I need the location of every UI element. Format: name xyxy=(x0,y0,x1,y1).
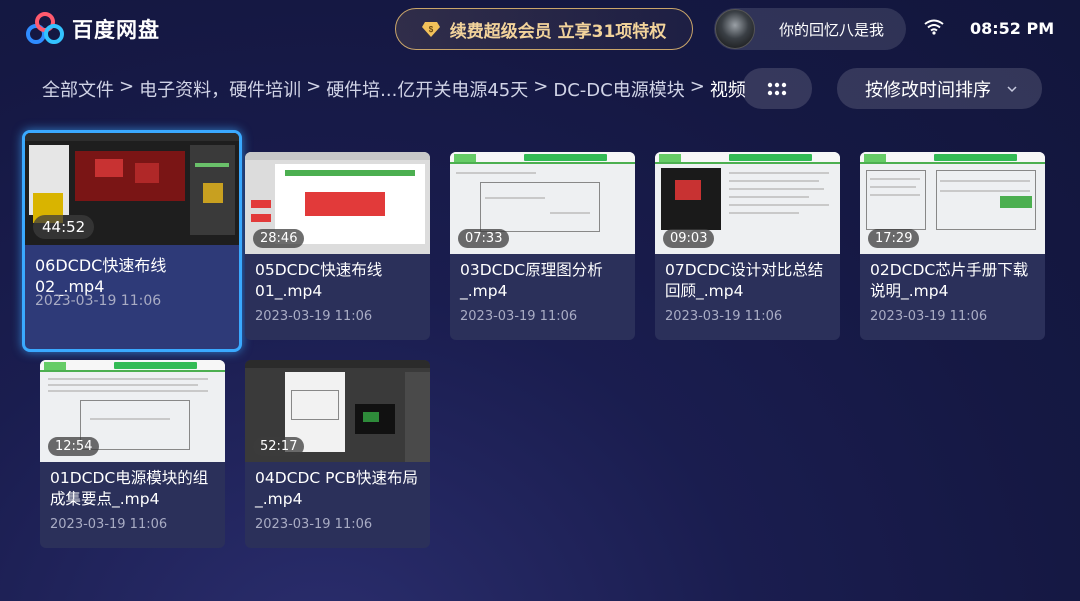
video-duration: 52:17 xyxy=(253,437,305,456)
video-title: 01DCDC电源模块的组成集要点_.mp4 xyxy=(50,469,209,508)
video-duration: 17:29 xyxy=(868,229,920,248)
breadcrumb-separator: > xyxy=(306,76,322,97)
vip-renew-button[interactable]: $ 续费超级会员 立享31项特权 xyxy=(395,8,693,50)
video-card[interactable]: 44:52 06DCDC快速布线02_.mp4 2023-03-19 11:06 xyxy=(22,130,242,352)
video-duration: 44:52 xyxy=(33,215,95,239)
sort-label: 按修改时间排序 xyxy=(865,79,991,101)
video-thumbnail: 12:54 xyxy=(40,360,225,462)
video-duration: 09:03 xyxy=(663,229,715,248)
user-account[interactable]: 你的回忆八是我 xyxy=(714,8,906,50)
video-thumbnail: 28:46 xyxy=(245,152,430,254)
app-name: 百度网盘 xyxy=(72,18,160,42)
breadcrumb-item[interactable]: 硬件培...亿开关电源45天 xyxy=(326,76,528,102)
app-logo: 百度网盘 xyxy=(26,12,160,46)
video-date: 2023-03-19 11:06 xyxy=(460,309,578,324)
video-thumbnail: 44:52 xyxy=(25,133,239,245)
breadcrumb-separator: > xyxy=(689,76,705,97)
video-date: 2023-03-19 11:06 xyxy=(35,293,162,309)
video-title: 02DCDC芯片手册下载说明_.mp4 xyxy=(870,261,1029,300)
breadcrumb-current: 视频 xyxy=(709,80,746,101)
breadcrumb-item[interactable]: 全部文件 xyxy=(42,76,114,102)
baidu-netdisk-logo-icon xyxy=(26,12,64,44)
video-title: 07DCDC设计对比总结回顾_.mp4 xyxy=(665,261,824,300)
video-thumbnail: 17:29 xyxy=(860,152,1045,254)
video-date: 2023-03-19 11:06 xyxy=(50,517,168,532)
diamond-icon: $ xyxy=(421,22,440,37)
video-card[interactable]: 12:54 01DCDC电源模块的组成集要点_.mp4 2023-03-19 1… xyxy=(40,360,225,548)
video-title: 03DCDC原理图分析_.mp4 xyxy=(460,261,603,300)
video-card[interactable]: 09:03 07DCDC设计对比总结回顾_.mp4 2023-03-19 11:… xyxy=(655,152,840,340)
grid-view-icon xyxy=(767,82,787,95)
wifi-icon xyxy=(924,19,944,35)
video-thumbnail: 09:03 xyxy=(655,152,840,254)
video-duration: 12:54 xyxy=(48,437,100,456)
sort-dropdown[interactable]: 按修改时间排序 xyxy=(837,68,1042,109)
video-title: 04DCDC PCB快速布局_.mp4 xyxy=(255,469,418,508)
video-thumbnail: 52:17 xyxy=(245,360,430,462)
clock: 08:52 PM xyxy=(970,19,1055,38)
video-duration: 07:33 xyxy=(458,229,510,248)
video-date: 2023-03-19 11:06 xyxy=(255,517,373,532)
breadcrumb-separator: > xyxy=(119,76,135,97)
video-date: 2023-03-19 11:06 xyxy=(255,309,373,324)
breadcrumb-item[interactable]: 电子资料，硬件培训 xyxy=(139,76,301,102)
video-title: 05DCDC快速布线01_.mp4 xyxy=(255,261,383,300)
video-card[interactable]: 28:46 05DCDC快速布线01_.mp4 2023-03-19 11:06 xyxy=(245,152,430,340)
user-name: 你的回忆八是我 xyxy=(779,20,885,39)
view-mode-button[interactable] xyxy=(742,68,812,109)
breadcrumb-item[interactable]: DC-DC电源模块 xyxy=(553,76,684,102)
video-date: 2023-03-19 11:06 xyxy=(870,309,988,324)
video-card[interactable]: 52:17 04DCDC PCB快速布局_.mp4 2023-03-19 11:… xyxy=(245,360,430,548)
video-card[interactable]: 17:29 02DCDC芯片手册下载说明_.mp4 2023-03-19 11:… xyxy=(860,152,1045,340)
vip-renew-label: 续费超级会员 立享31项特权 xyxy=(449,21,667,42)
video-thumbnail: 07:33 xyxy=(450,152,635,254)
breadcrumb-separator: > xyxy=(533,76,549,97)
video-duration: 28:46 xyxy=(253,229,305,248)
video-title: 06DCDC快速布线02_.mp4 xyxy=(35,256,167,296)
avatar xyxy=(715,9,755,49)
breadcrumb: 全部文件 > 电子资料，硬件培训 > 硬件培...亿开关电源45天 > DC-D… xyxy=(42,76,746,102)
svg-text:$: $ xyxy=(428,25,433,34)
chevron-down-icon xyxy=(1007,85,1017,92)
video-date: 2023-03-19 11:06 xyxy=(665,309,783,324)
video-card[interactable]: 07:33 03DCDC原理图分析_.mp4 2023-03-19 11:06 xyxy=(450,152,635,340)
